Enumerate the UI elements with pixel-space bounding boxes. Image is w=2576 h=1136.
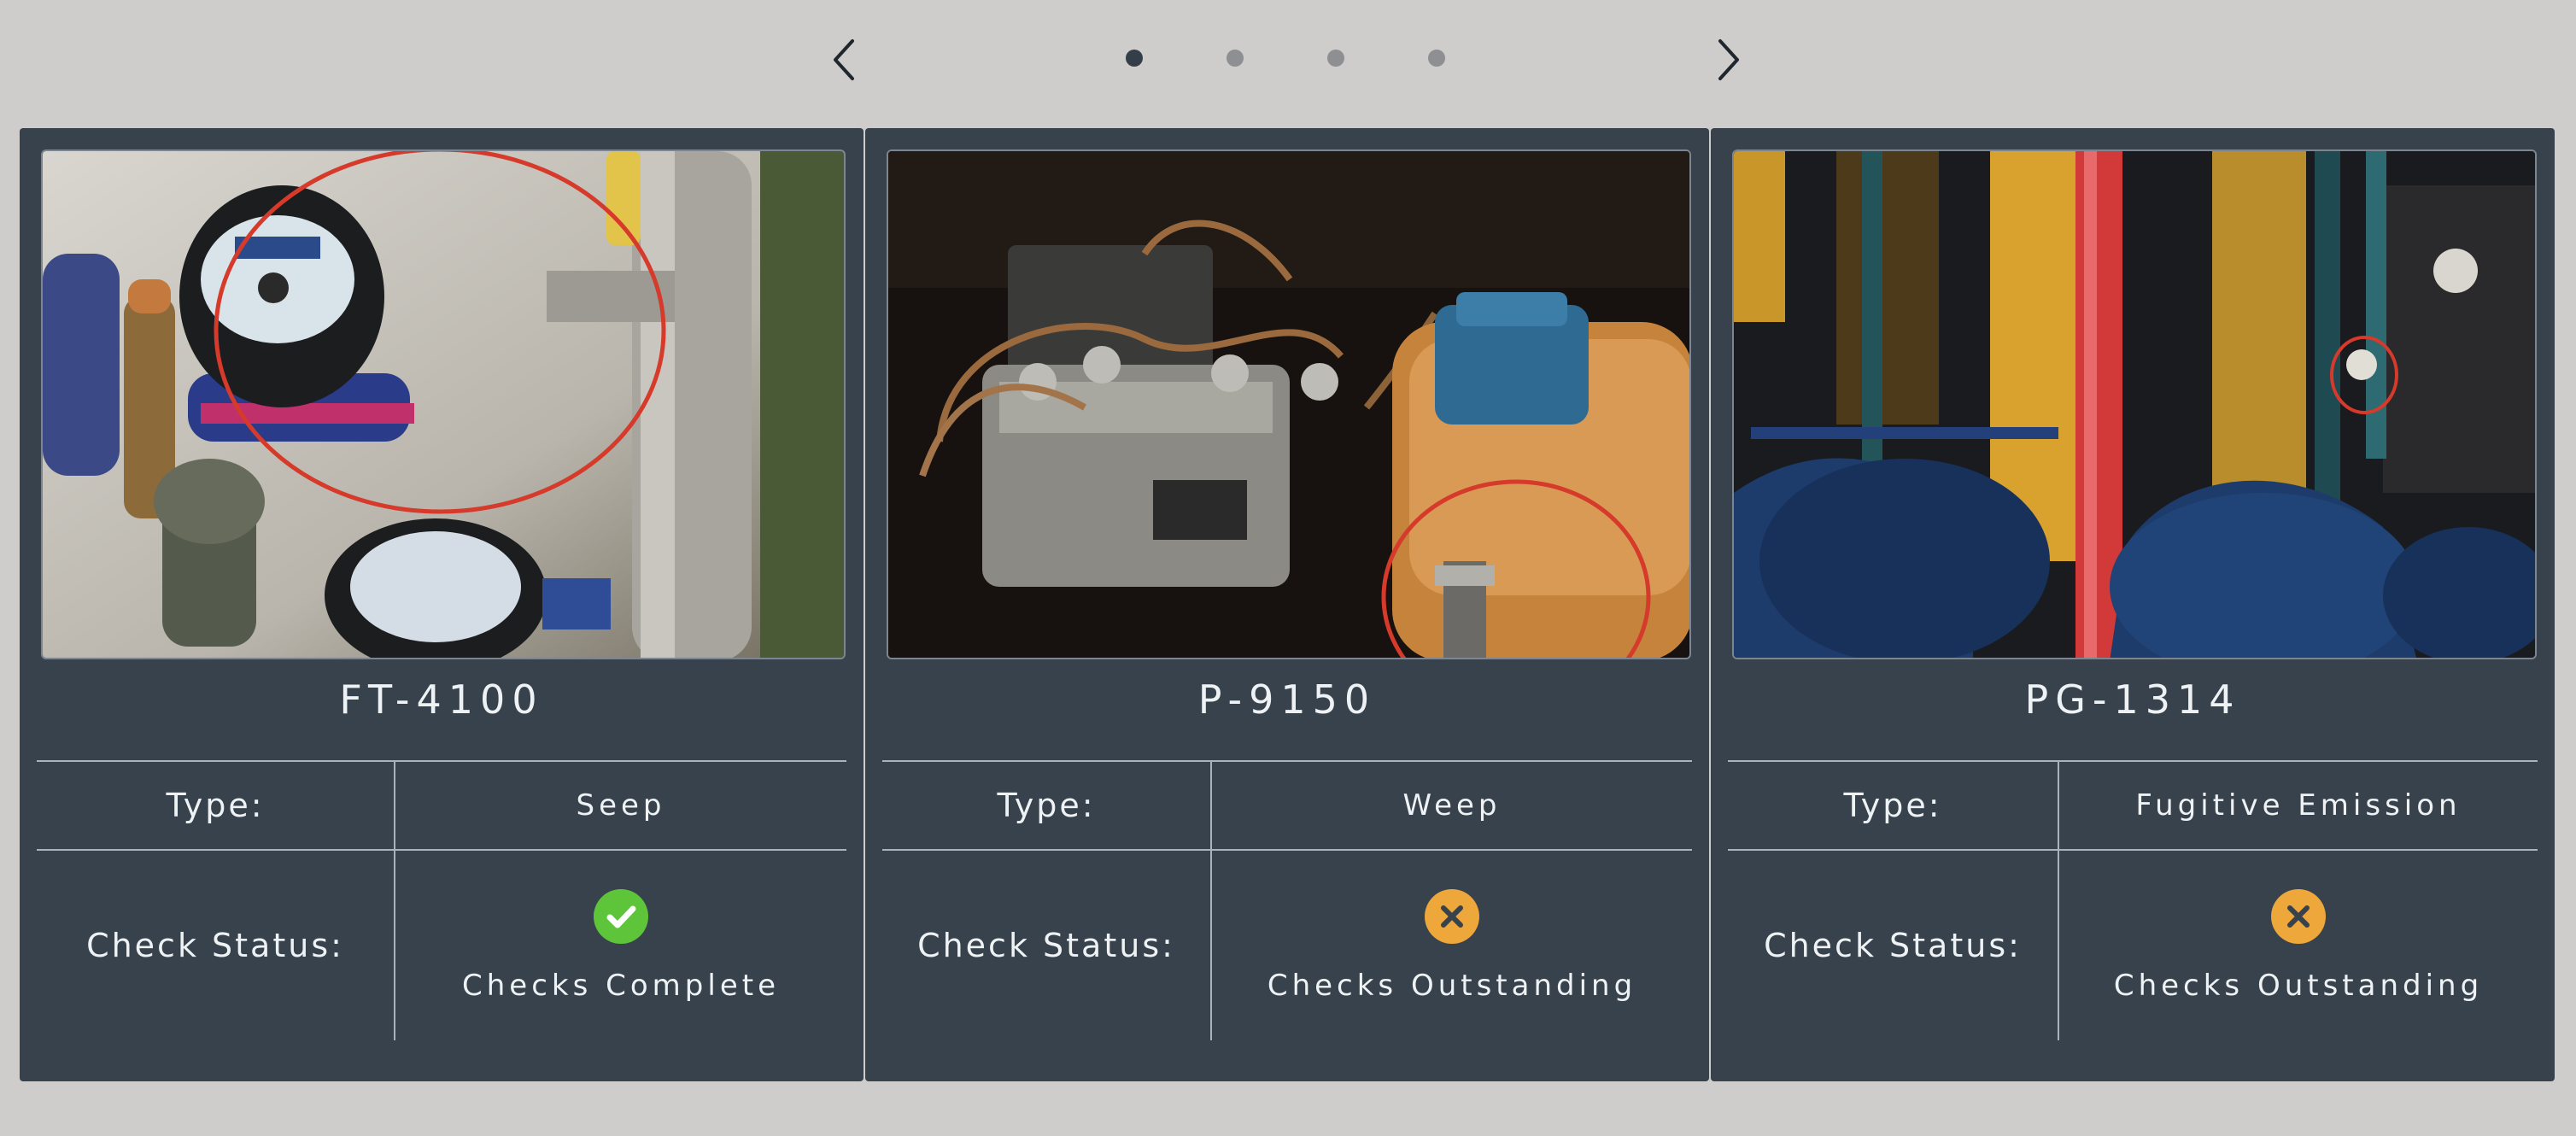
carousel-dots [1126, 50, 1445, 67]
type-label: Type: [882, 760, 1212, 851]
carousel-navigation [0, 0, 2576, 120]
equipment-tag: FT-4100 [339, 676, 544, 723]
check-status-value: Checks Outstanding [2113, 969, 2484, 1003]
check-status-value: Checks Outstanding [1267, 969, 1637, 1003]
equipment-photo [1732, 149, 2537, 659]
carousel-dot-4[interactable] [1428, 50, 1445, 67]
equipment-card-ft-4100[interactable]: FT-4100 Type: Seep Check Status: Checks … [20, 128, 864, 1081]
check-status-label: Check Status: [882, 850, 1212, 1040]
chevron-left-icon[interactable] [820, 34, 871, 85]
check-status-cell: Checks Outstanding [2058, 850, 2538, 1040]
equipment-card-pg-1314[interactable]: PG-1314 Type: Fugitive Emission Check St… [1711, 128, 2555, 1081]
equipment-tag: PG-1314 [2024, 676, 2241, 723]
info-table: Type: Weep Check Status: Checks Outstand… [882, 760, 1692, 1040]
carousel-dot-1[interactable] [1126, 50, 1143, 67]
chevron-right-icon[interactable] [1701, 34, 1753, 85]
check-status-cell: Checks Complete [395, 850, 846, 1040]
info-table: Type: Seep Check Status: Checks Complete [37, 760, 846, 1040]
x-circle-icon [1424, 888, 1480, 945]
check-status-label: Check Status: [37, 850, 395, 1040]
equipment-photo [41, 149, 846, 659]
check-status-value: Checks Complete [462, 969, 780, 1003]
type-label: Type: [1728, 760, 2059, 851]
type-value: Fugitive Emission [2058, 760, 2538, 851]
equipment-tag: P-9150 [1197, 676, 1377, 723]
info-table: Type: Fugitive Emission Check Status: Ch… [1728, 760, 2538, 1040]
check-status-label: Check Status: [1728, 850, 2059, 1040]
check-circle-icon [593, 888, 649, 945]
carousel-dot-2[interactable] [1227, 50, 1244, 67]
type-value: Seep [395, 760, 846, 851]
carousel-dot-3[interactable] [1327, 50, 1344, 67]
equipment-card-p-9150[interactable]: P-9150 Type: Weep Check Status: Checks O… [865, 128, 1709, 1081]
equipment-photo [887, 149, 1691, 659]
x-circle-icon [2270, 888, 2327, 945]
type-value: Weep [1211, 760, 1692, 851]
check-status-cell: Checks Outstanding [1211, 850, 1692, 1040]
type-label: Type: [37, 760, 395, 851]
